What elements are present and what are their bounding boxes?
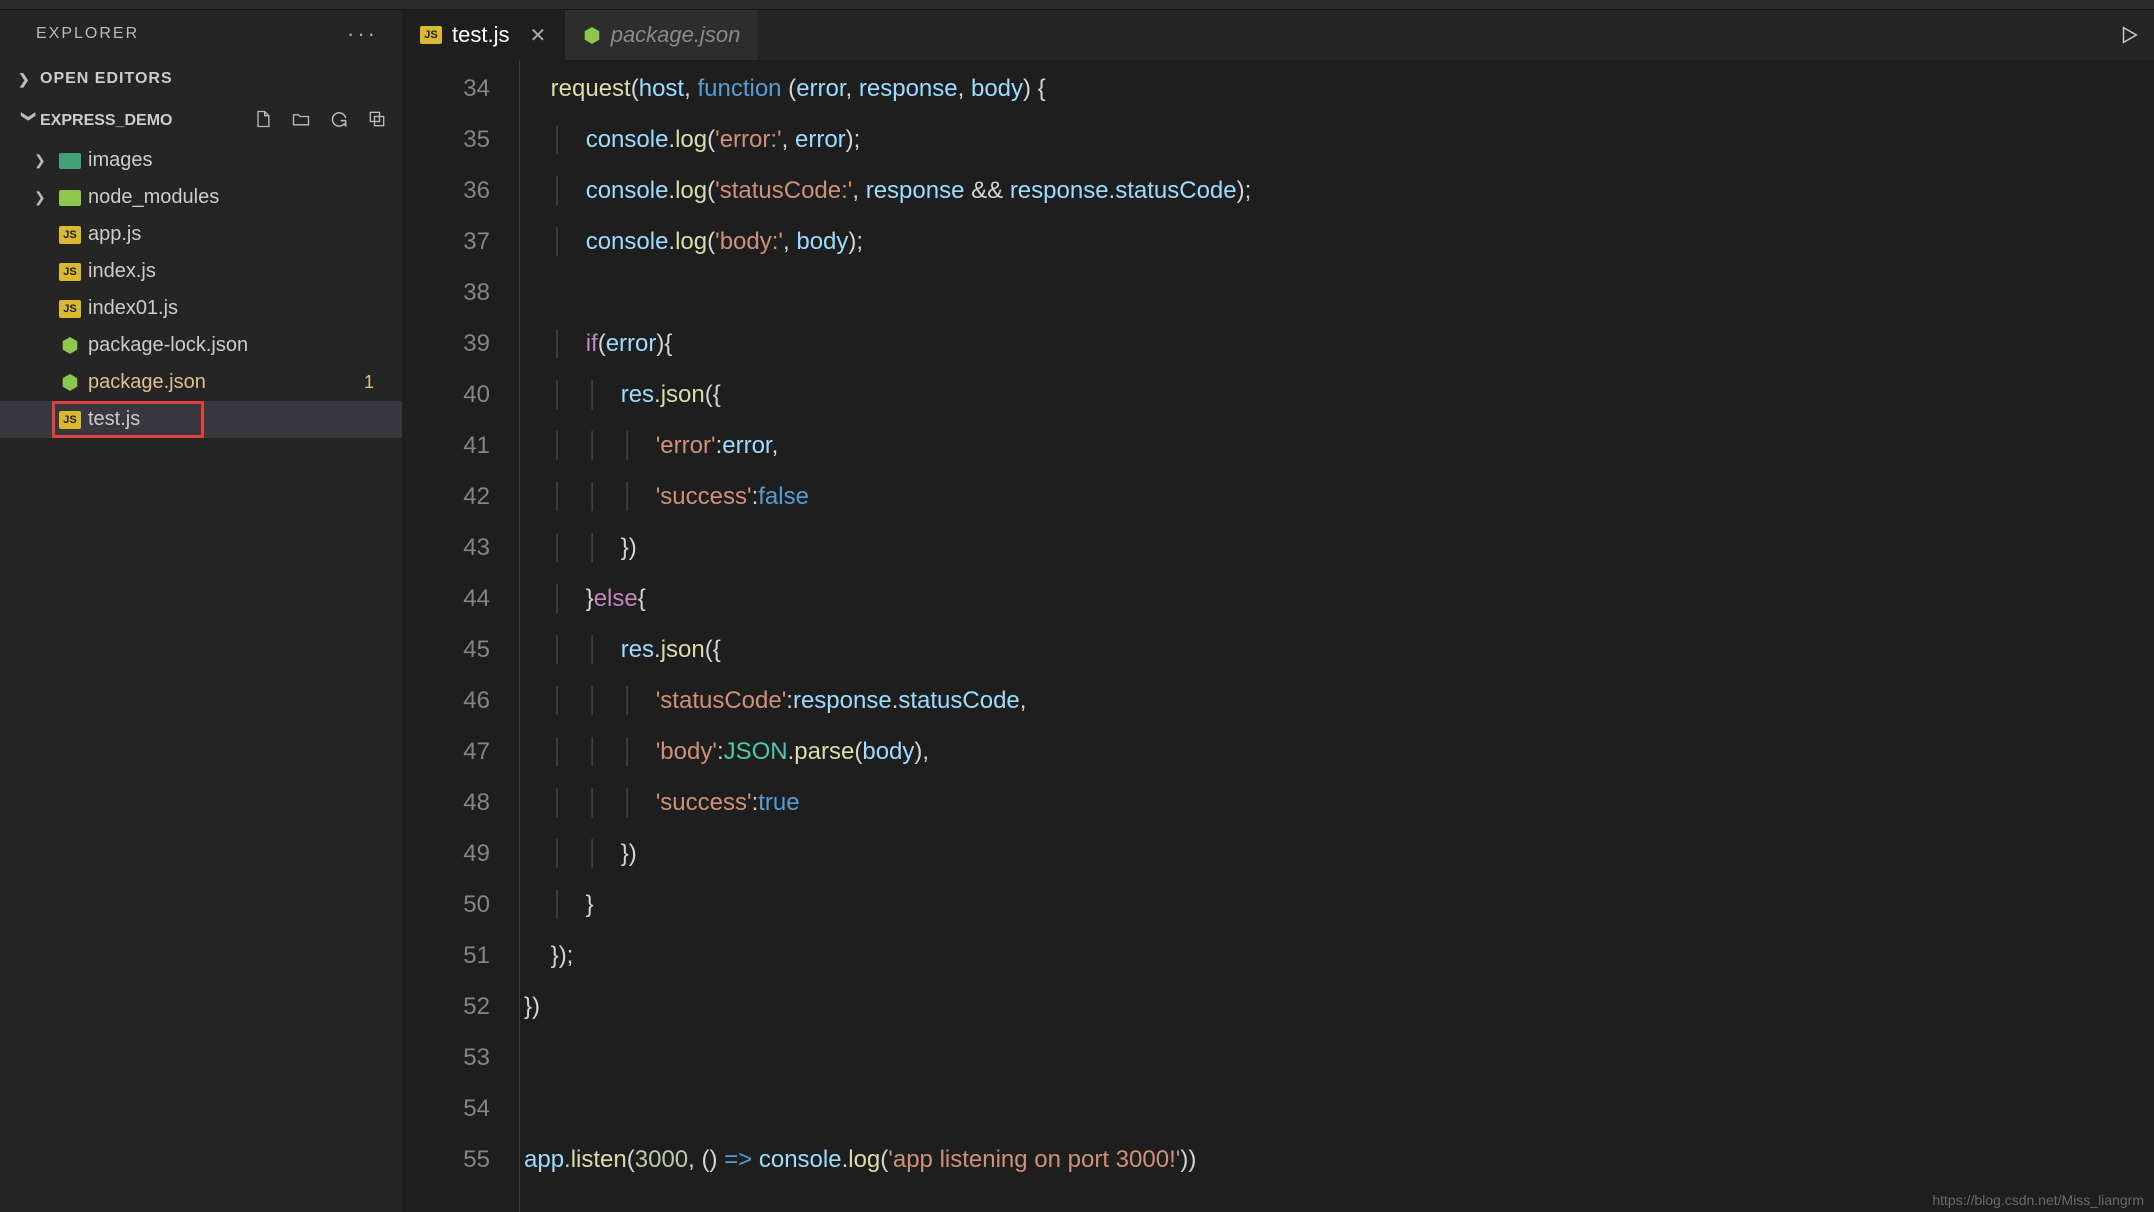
run-icon[interactable] [2104,10,2154,60]
file-label: test.js [88,408,140,431]
file-label: index.js [88,260,156,283]
folder-images[interactable]: ❯ images [0,142,402,179]
project-section[interactable]: ❯ EXPRESS_DEMO [0,100,402,142]
file-index01-js[interactable]: JS index01.js [0,290,402,327]
project-label: EXPRESS_DEMO [40,112,172,130]
js-icon: JS [56,263,84,281]
node-icon: ⬢ [583,23,600,48]
node-icon: ⬢ [56,333,84,358]
code-editor[interactable]: 3435363738394041424344454647484950515253… [402,60,2154,1212]
chevron-down-icon: ❯ [21,110,38,132]
node-icon: ⬢ [56,370,84,395]
open-editors-section[interactable]: ❯ OPEN EDITORS [0,58,402,100]
watermark: https://blog.csdn.net/Miss_liangrm [1932,1192,2144,1208]
chevron-right-icon: ❯ [34,152,56,169]
code-content[interactable]: request(host, function (error, response,… [520,60,2154,1212]
tab-label: package.json [611,22,741,48]
line-number-gutter: 3435363738394041424344454647484950515253… [402,60,514,1212]
js-icon: JS [56,226,84,244]
titlebar-gap [0,0,2154,10]
folder-icon [56,190,84,206]
chevron-right-icon: ❯ [34,189,56,206]
tab-package-json[interactable]: ⬢ package.json [565,10,759,60]
problems-badge: 1 [364,372,374,393]
folder-label: images [88,149,152,172]
file-package-lock-json[interactable]: ⬢ package-lock.json [0,327,402,364]
js-icon: JS [56,411,84,429]
chevron-right-icon: ❯ [18,71,40,88]
tab-test-js[interactable]: JS test.js ✕ [402,10,565,60]
folder-node-modules[interactable]: ❯ node_modules [0,179,402,216]
explorer-sidebar: EXPLORER ··· ❯ OPEN EDITORS ❯ EXPRESS_DE… [0,10,402,1212]
js-icon: JS [56,300,84,318]
refresh-icon[interactable] [328,109,350,134]
file-tree: ❯ images ❯ node_modules JS app.js JS ind… [0,142,402,438]
tab-label: test.js [452,22,509,48]
file-label: package.json [88,371,206,394]
file-package-json[interactable]: ⬢ package.json 1 [0,364,402,401]
open-editors-label: OPEN EDITORS [40,70,173,88]
close-icon[interactable]: ✕ [529,23,546,48]
file-label: package-lock.json [88,334,248,357]
folder-icon [56,153,84,169]
file-label: index01.js [88,297,178,320]
js-icon: JS [420,26,442,44]
collapse-icon[interactable] [366,109,388,134]
file-index-js[interactable]: JS index.js [0,253,402,290]
folder-label: node_modules [88,186,219,209]
explorer-more-icon[interactable]: ··· [347,21,378,47]
new-file-icon[interactable] [252,109,274,134]
file-label: app.js [88,223,141,246]
editor-area: JS test.js ✕ ⬢ package.json 343536373839… [402,10,2154,1212]
file-app-js[interactable]: JS app.js [0,216,402,253]
tab-bar: JS test.js ✕ ⬢ package.json [402,10,2154,60]
explorer-title: EXPLORER [36,25,139,43]
file-test-js[interactable]: JS test.js [0,401,402,438]
new-folder-icon[interactable] [290,109,312,134]
